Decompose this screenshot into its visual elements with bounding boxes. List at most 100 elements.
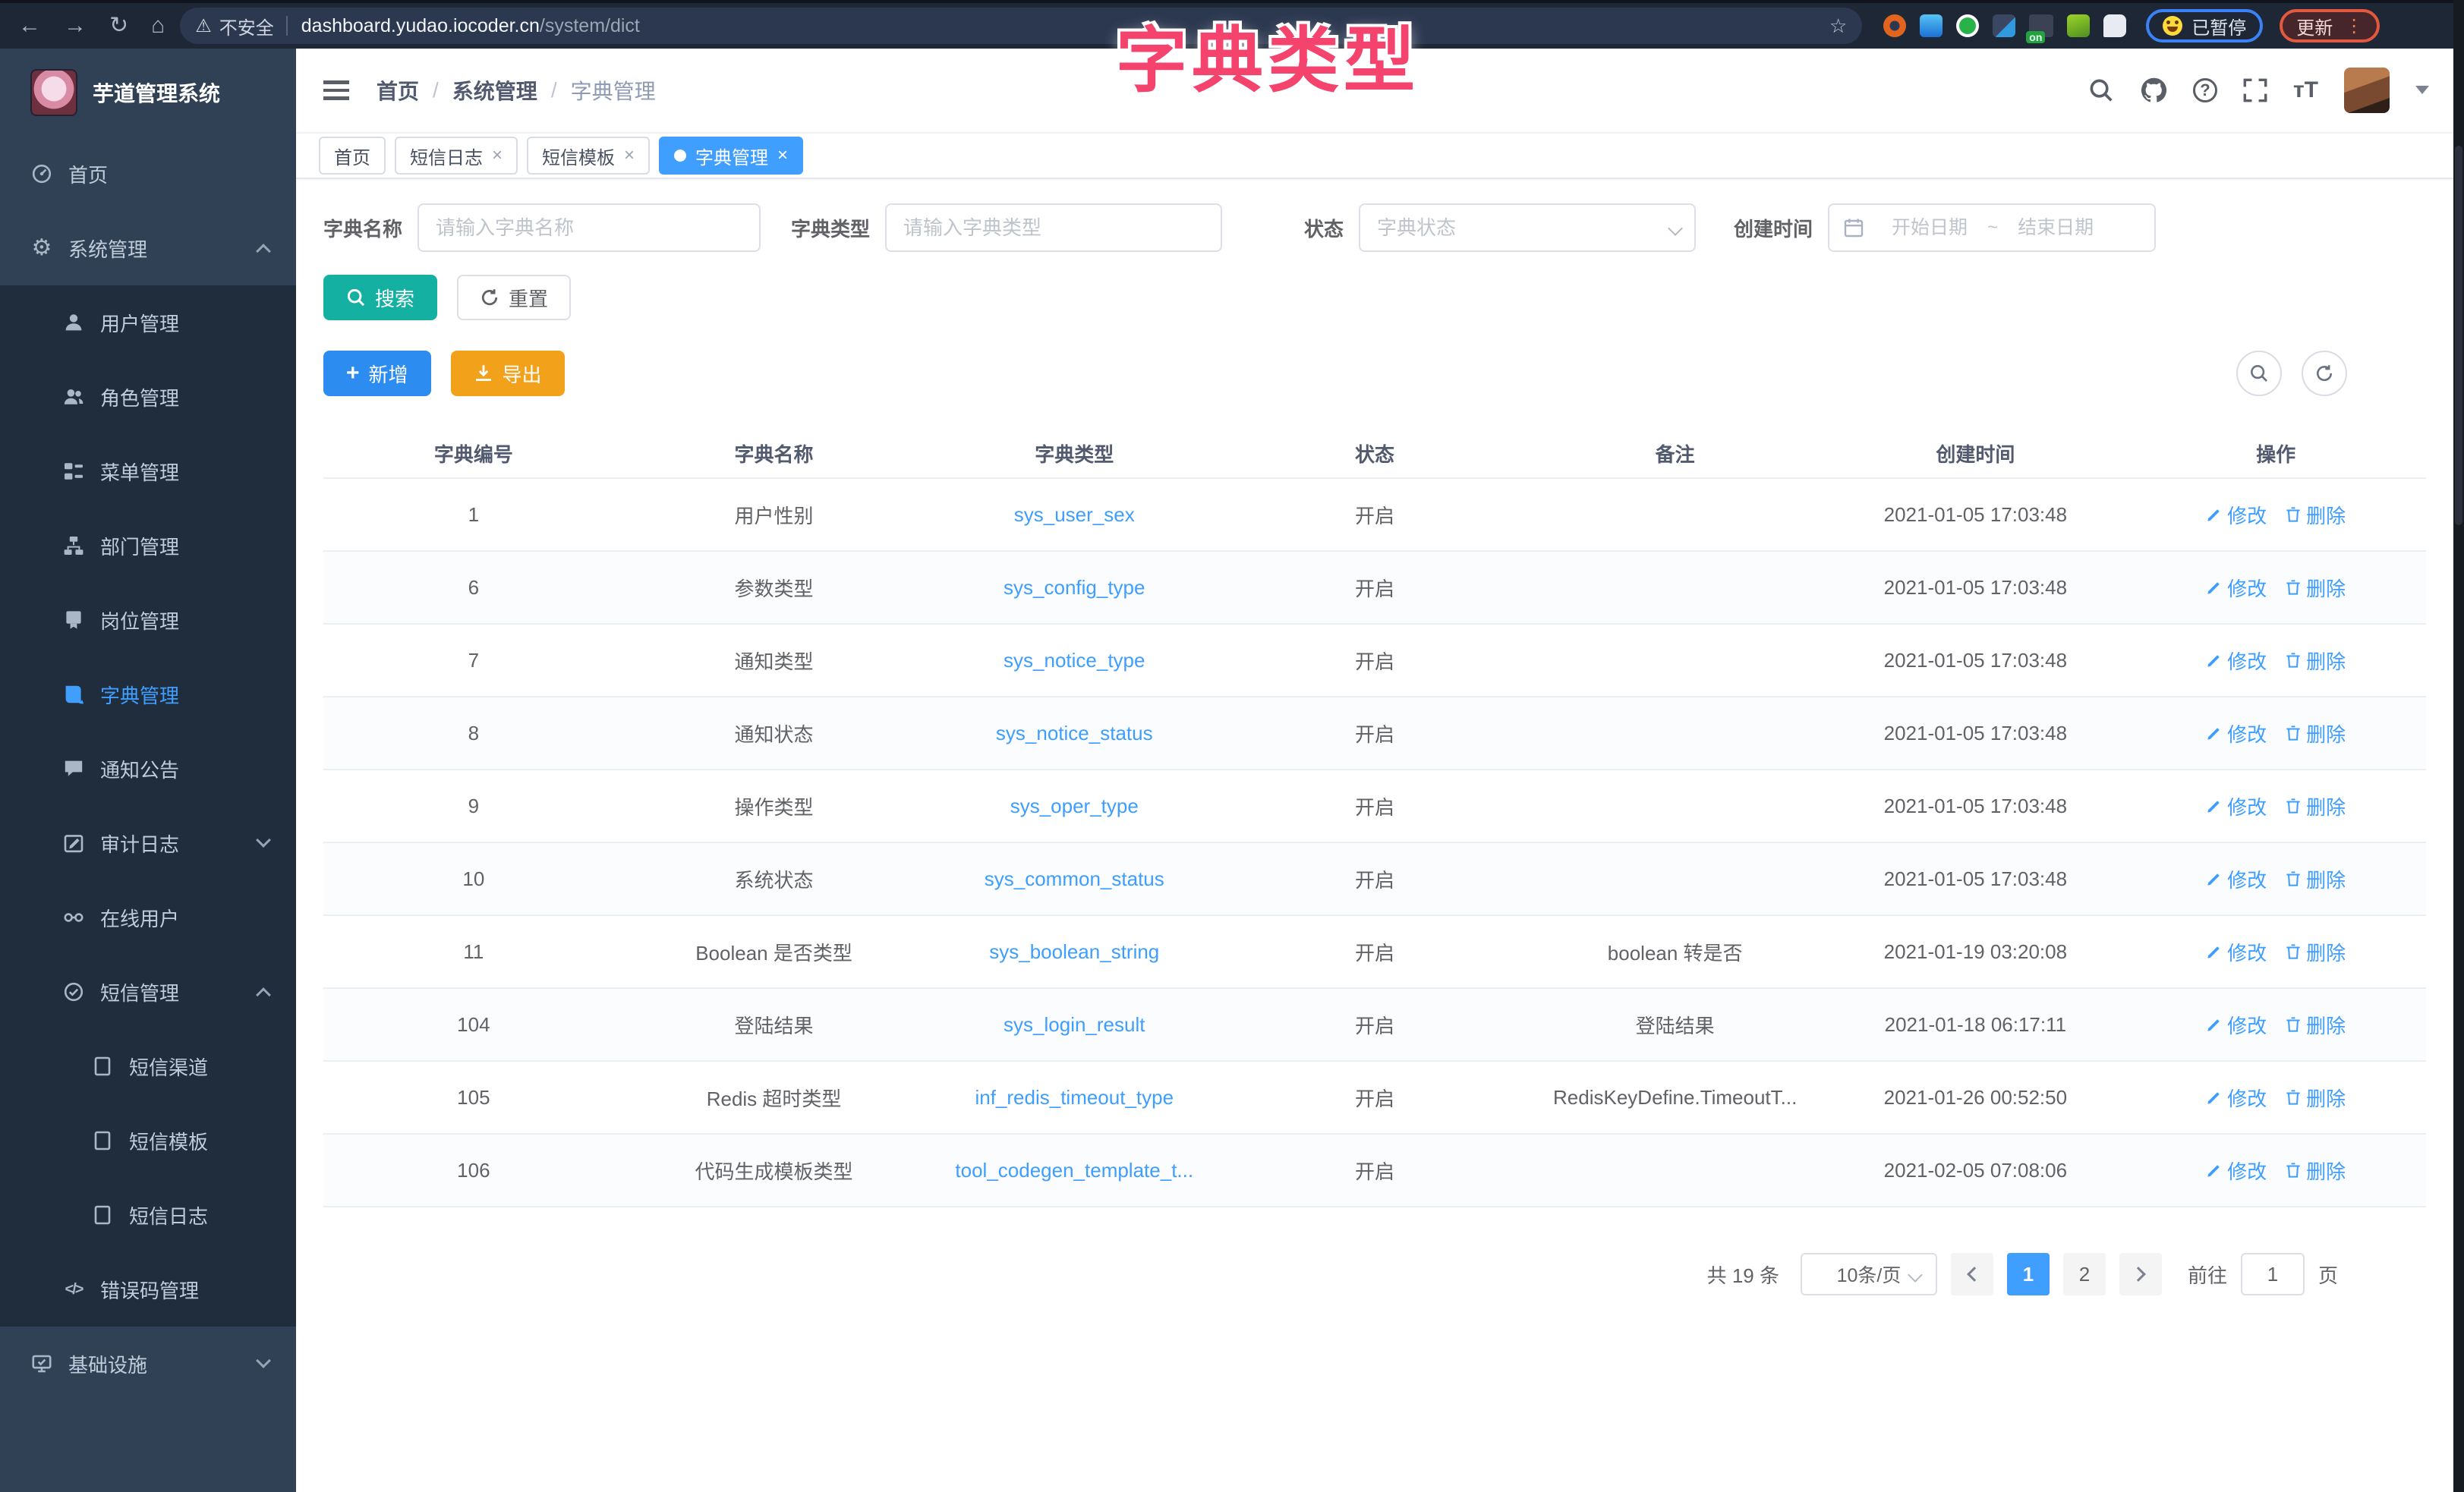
edit-link[interactable]: 修改 [2206,719,2267,748]
search-icon[interactable] [2088,77,2114,103]
sidebar-item-departments[interactable]: 部门管理 [0,508,296,583]
edit-link[interactable]: 修改 [2206,792,2267,820]
extension-icon[interactable]: on [2029,14,2053,37]
search-button[interactable]: 搜索 [323,275,437,320]
prev-page-button[interactable] [1951,1253,1993,1295]
sidebar-item-notices[interactable]: 通知公告 [0,732,296,806]
collapse-sidebar-icon[interactable] [323,76,349,105]
sidebar-item-sms[interactable]: 短信管理 [0,955,296,1029]
dict-type-input[interactable] [885,203,1222,252]
profile-paused-chip[interactable]: 已暂停 [2146,9,2263,42]
extension-icon[interactable] [1956,14,1979,37]
delete-link[interactable]: 删除 [2285,501,2346,529]
delete-link[interactable]: 删除 [2285,1084,2346,1112]
edit-link[interactable]: 修改 [2206,1084,2267,1112]
home-icon[interactable]: ⌂ [151,14,165,37]
export-button[interactable]: 导出 [451,351,565,396]
extensions-puzzle-icon[interactable] [2103,14,2126,37]
browser-update-button[interactable]: 更新 ⋮ [2280,9,2380,42]
sidebar-item-dict[interactable]: 字典管理 [0,657,296,732]
status-select[interactable] [1359,203,1696,252]
dict-type-link[interactable]: sys_oper_type [1010,795,1139,817]
reload-icon[interactable]: ↻ [109,14,128,37]
dict-name-input[interactable] [417,203,761,252]
sidebar-item-sms-channel[interactable]: 短信渠道 [0,1029,296,1103]
sidebar-item-system[interactable]: ⚙ 系统管理 [0,211,296,285]
extension-icon[interactable] [1920,14,1943,37]
sidebar-item-infrastructure[interactable]: 基础设施 [0,1327,296,1401]
dict-type-link[interactable]: tool_codegen_template_t... [955,1159,1193,1182]
reset-button[interactable]: 重置 [457,275,571,320]
next-page-button[interactable] [2119,1253,2162,1295]
close-icon[interactable]: × [624,145,635,166]
delete-link[interactable]: 删除 [2285,1157,2346,1185]
avatar-dropdown-caret-icon[interactable] [2415,86,2429,101]
edit-link[interactable]: 修改 [2206,647,2267,675]
delete-link[interactable]: 删除 [2285,865,2346,893]
extension-icon[interactable] [1993,14,2015,37]
page-size-select[interactable]: 10条/页 [1801,1253,1937,1295]
delete-link[interactable]: 删除 [2285,647,2346,675]
delete-link[interactable]: 删除 [2285,574,2346,602]
sidebar-item-sms-template[interactable]: 短信模板 [0,1103,296,1178]
edit-link[interactable]: 修改 [2206,1011,2267,1039]
delete-link[interactable]: 删除 [2285,792,2346,820]
dict-type-link[interactable]: sys_common_status [985,867,1164,890]
goto-page-input[interactable] [2241,1253,2305,1295]
back-icon[interactable]: ← [18,14,41,37]
dict-type-link[interactable]: inf_redis_timeout_type [975,1086,1174,1109]
sidebar-item-online-users[interactable]: 在线用户 [0,880,296,955]
page-button-1[interactable]: 1 [2007,1253,2050,1295]
sidebar-item-menus[interactable]: 菜单管理 [0,434,296,508]
page-button-2[interactable]: 2 [2063,1253,2106,1295]
dict-type-link[interactable]: sys_boolean_string [989,940,1159,963]
dict-type-link[interactable]: sys_notice_status [996,722,1153,744]
add-button[interactable]: + 新增 [323,351,431,396]
tab-sms-log[interactable]: 短信日志× [395,137,518,175]
delete-link[interactable]: 删除 [2285,938,2346,966]
toggle-search-button[interactable] [2236,351,2282,396]
edit-link[interactable]: 修改 [2206,938,2267,966]
edit-link[interactable]: 修改 [2206,501,2267,529]
sidebar-item-users[interactable]: 用户管理 [0,285,296,360]
date-range-picker[interactable]: ~ [1828,203,2156,252]
close-icon[interactable]: × [777,145,788,166]
dict-type-link[interactable]: sys_notice_type [1004,649,1145,672]
avatar[interactable] [2344,68,2390,113]
tab-home[interactable]: 首页 [319,137,386,175]
sidebar-item-home[interactable]: 首页 [0,137,296,211]
tab-sms-template[interactable]: 短信模板× [527,137,650,175]
refresh-table-button[interactable] [2302,351,2347,396]
scrollbar-thumb[interactable] [2455,146,2462,525]
sidebar-item-audit-log[interactable]: 审计日志 [0,806,296,880]
github-icon[interactable] [2140,77,2167,104]
fullscreen-icon[interactable] [2243,78,2267,102]
breadcrumb-section[interactable]: 系统管理 [452,75,537,105]
forward-icon[interactable]: → [64,14,87,37]
delete-link[interactable]: 删除 [2285,719,2346,748]
vertical-scrollbar[interactable] [2453,0,2464,1492]
extension-icon[interactable] [2067,14,2090,37]
address-bar[interactable]: ⚠ 不安全 dashboard.yudao.iocoder.cn /system… [180,8,1862,44]
sidebar-item-roles[interactable]: 角色管理 [0,360,296,434]
delete-link[interactable]: 删除 [2285,1011,2346,1039]
tab-dict[interactable]: 字典管理× [659,137,803,175]
dict-type-link[interactable]: sys_config_type [1004,576,1145,599]
start-date-input[interactable] [1875,217,1984,239]
edit-link[interactable]: 修改 [2206,1157,2267,1185]
dict-type-link[interactable]: sys_user_sex [1014,503,1135,526]
bookmark-star-icon[interactable]: ☆ [1829,14,1847,38]
end-date-input[interactable] [2001,217,2110,239]
sidebar-item-error-codes[interactable]: </> 错误码管理 [0,1252,296,1327]
font-size-icon[interactable]: ᴛT [2293,77,2318,103]
dict-type-link[interactable]: sys_login_result [1004,1013,1145,1036]
help-icon[interactable]: ? [2193,78,2217,102]
extension-icon[interactable] [1883,14,1906,37]
sidebar-item-posts[interactable]: 岗位管理 [0,583,296,657]
breadcrumb-home[interactable]: 首页 [377,75,419,105]
sidebar-item-sms-log[interactable]: 短信日志 [0,1178,296,1252]
edit-link[interactable]: 修改 [2206,574,2267,602]
edit-link[interactable]: 修改 [2206,865,2267,893]
close-icon[interactable]: × [492,145,503,166]
app-logo-block[interactable]: 芋道管理系统 [0,49,296,137]
